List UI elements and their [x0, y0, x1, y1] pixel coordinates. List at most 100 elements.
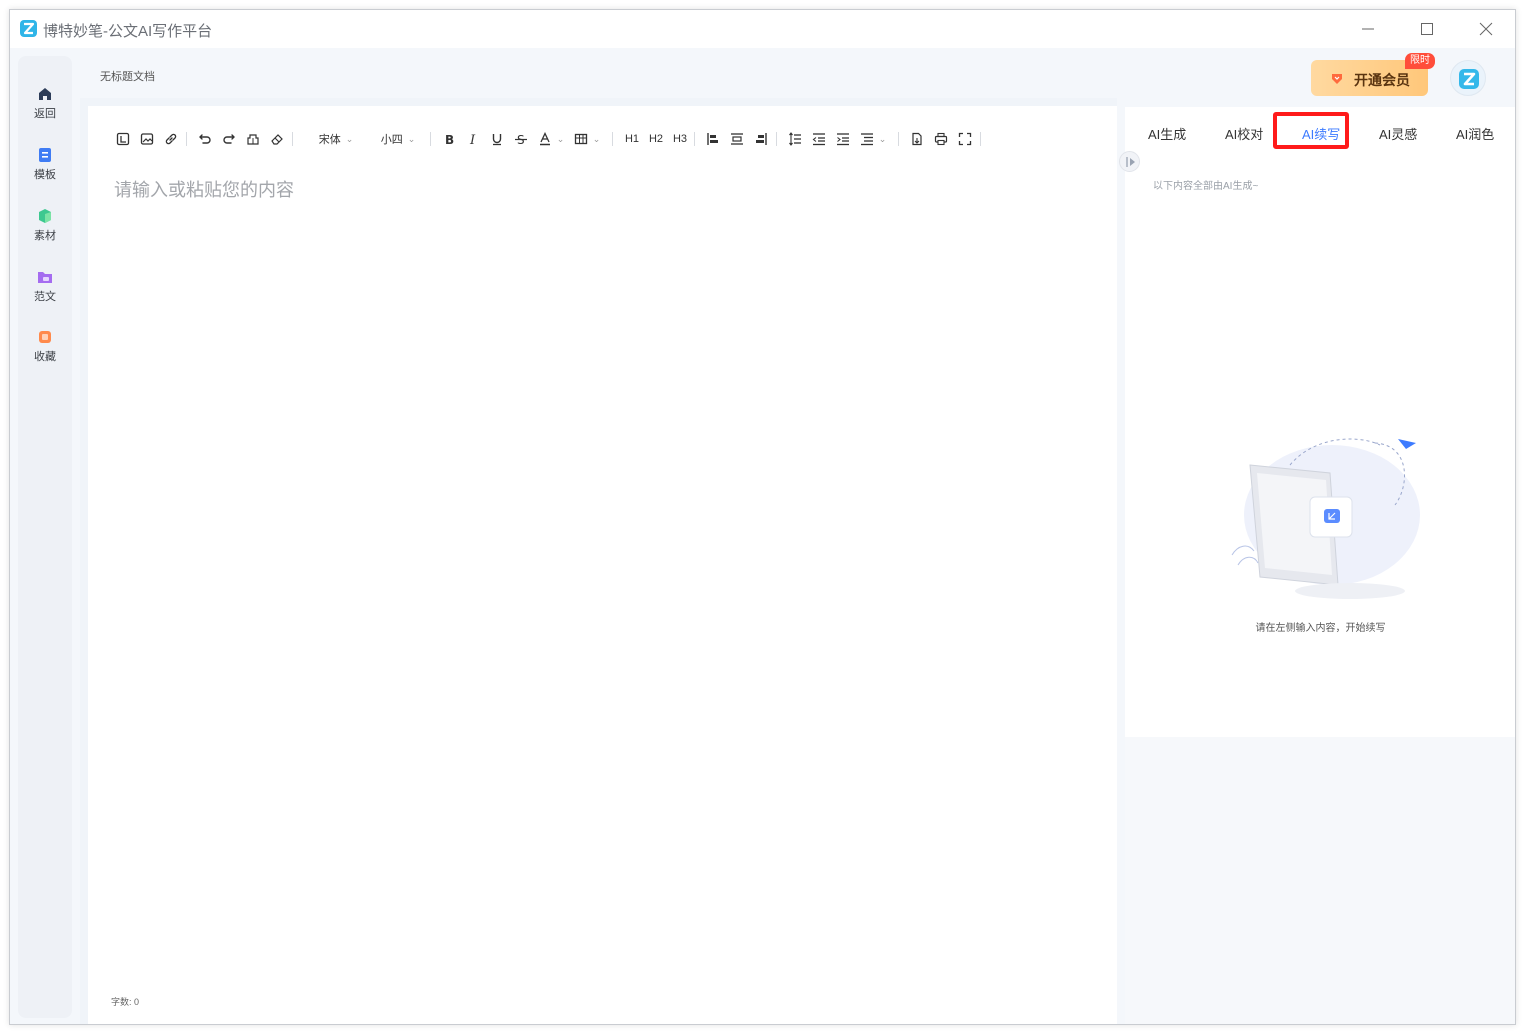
bold-button[interactable]: B: [440, 129, 458, 149]
italic-icon: I: [469, 133, 476, 146]
app-window: 博特妙笔-公文AI写作平台 返回 模板 素材 范文 收藏 无标题文档 开通会员 …: [9, 9, 1516, 1025]
sidebar-item-sample[interactable]: 范文: [18, 269, 72, 315]
heading-1-label: H1: [624, 133, 640, 145]
print-button[interactable]: [932, 129, 950, 149]
strikethrough-icon: S: [515, 133, 527, 146]
chevron-down-icon: ⌄: [556, 133, 565, 144]
font-color-icon: [539, 132, 550, 146]
home-icon: [39, 88, 51, 100]
heading-3-label: H3: [672, 133, 688, 145]
sidebar-item-back[interactable]: 返回: [18, 86, 72, 132]
editor-area: 宋体 ⌄ 小四 ⌄ B I S ⌄ ⌄ H1 H2 H3 ⌄ 请输入或粘贴您的内…: [80, 98, 1117, 1024]
import-icon: [116, 132, 130, 146]
sidebar: 返回 模板 素材 范文 收藏: [18, 56, 72, 1018]
svg-text:B: B: [445, 133, 454, 146]
minimize-button[interactable]: [1348, 14, 1388, 44]
indent-increase-button[interactable]: [834, 129, 852, 149]
sidebar-item-template[interactable]: 模板: [18, 147, 72, 193]
align-center-icon: [731, 133, 743, 145]
collapse-panel-icon: [1126, 157, 1135, 167]
svg-text:I: I: [469, 133, 476, 146]
tab-ai-polish[interactable]: AI润色: [1456, 125, 1494, 145]
sidebar-item-label: 收藏: [34, 351, 56, 363]
chevron-down-icon: ⌄: [407, 133, 416, 144]
align-center-button[interactable]: [728, 129, 746, 149]
link-icon: [165, 133, 177, 145]
avatar-logo-icon: [1459, 69, 1479, 89]
sample-icon: [38, 272, 52, 283]
toolbar-divider: [292, 132, 293, 146]
app-title: 博特妙笔-公文AI写作平台: [43, 23, 213, 40]
editor-surface[interactable]: 宋体 ⌄ 小四 ⌄ B I S ⌄ ⌄ H1 H2 H3 ⌄ 请输入或粘贴您的内…: [88, 106, 1117, 1024]
table-icon: [574, 133, 587, 145]
align-right-button[interactable]: [752, 129, 770, 149]
toolbar-divider: [186, 132, 187, 146]
insert-link-button[interactable]: [162, 129, 180, 149]
font-size-select[interactable]: 小四 ⌄: [376, 129, 420, 149]
export-icon: [912, 132, 922, 146]
minimize-icon: [1362, 28, 1374, 30]
line-height-button[interactable]: [786, 129, 804, 149]
close-icon: [1479, 22, 1493, 36]
editor-placeholder[interactable]: 请输入或粘贴您的内容: [114, 176, 294, 202]
user-avatar[interactable]: [1450, 60, 1486, 96]
italic-button[interactable]: I: [464, 129, 482, 149]
list-button[interactable]: ⌄: [858, 129, 888, 149]
collapse-panel-button[interactable]: [1119, 151, 1140, 172]
toolbar-divider: [612, 132, 613, 146]
indent-decrease-icon: [812, 133, 825, 146]
close-button[interactable]: [1466, 14, 1506, 44]
insert-table-button[interactable]: ⌄: [572, 129, 602, 149]
material-icon: [39, 209, 51, 223]
font-color-button[interactable]: ⌄: [536, 129, 566, 149]
strikethrough-button[interactable]: S: [512, 129, 530, 149]
undo-icon: [199, 134, 211, 144]
tab-ai-generate[interactable]: AI生成: [1148, 125, 1186, 145]
import-button[interactable]: [114, 129, 132, 149]
export-button[interactable]: [908, 129, 926, 149]
print-icon: [934, 132, 948, 146]
undo-button[interactable]: [196, 129, 214, 149]
format-painter-button[interactable]: [244, 129, 262, 149]
toolbar-divider: [898, 132, 899, 146]
tab-ai-inspiration[interactable]: AI灵感: [1379, 125, 1417, 145]
sidebar-item-favorite[interactable]: 收藏: [18, 329, 72, 375]
limited-time-badge: 限时: [1405, 53, 1435, 69]
maximize-button[interactable]: [1407, 14, 1447, 44]
empty-state-illustration: [1231, 438, 1420, 599]
sidebar-item-label: 范文: [34, 291, 56, 303]
ai-panel: AI生成 AI校对 AI续写 AI灵感 AI润色 以下内容全部由AI生成~ 请在…: [1119, 107, 1515, 1024]
maximize-icon: [1421, 23, 1433, 35]
clear-format-button[interactable]: [268, 129, 286, 149]
sidebar-item-label: 素材: [34, 230, 56, 242]
title-bar: 博特妙笔-公文AI写作平台: [10, 10, 1515, 48]
heading-3-button[interactable]: H3: [670, 129, 690, 149]
underline-button[interactable]: [488, 129, 506, 149]
sidebar-item-material[interactable]: 素材: [18, 208, 72, 254]
sidebar-item-label: 模板: [34, 169, 56, 181]
font-size-value: 小四: [380, 134, 403, 146]
toolbar-divider: [980, 132, 981, 146]
active-tab-highlight-box: [1273, 112, 1349, 149]
align-left-icon: [707, 133, 718, 145]
redo-button[interactable]: [220, 129, 238, 149]
toolbar-divider: [694, 132, 695, 146]
vip-crown-icon: [1332, 74, 1342, 84]
document-title[interactable]: 无标题文档: [100, 68, 155, 84]
heading-2-button[interactable]: H2: [646, 129, 666, 149]
indent-increase-icon: [837, 133, 849, 146]
underline-icon: [492, 134, 502, 146]
redo-icon: [223, 134, 235, 144]
toolbar-divider: [430, 132, 431, 146]
heading-2-label: H2: [648, 133, 664, 145]
font-family-select[interactable]: 宋体 ⌄: [314, 129, 358, 149]
align-left-button[interactable]: [704, 129, 722, 149]
insert-image-button[interactable]: [138, 129, 156, 149]
indent-decrease-button[interactable]: [810, 129, 828, 149]
fullscreen-icon: [958, 132, 972, 146]
chevron-down-icon: ⌄: [345, 133, 354, 144]
tab-ai-proofread[interactable]: AI校对: [1225, 125, 1263, 145]
fullscreen-button[interactable]: [956, 129, 974, 149]
ai-generated-hint: 以下内容全部由AI生成~: [1153, 181, 1259, 192]
heading-1-button[interactable]: H1: [622, 129, 642, 149]
